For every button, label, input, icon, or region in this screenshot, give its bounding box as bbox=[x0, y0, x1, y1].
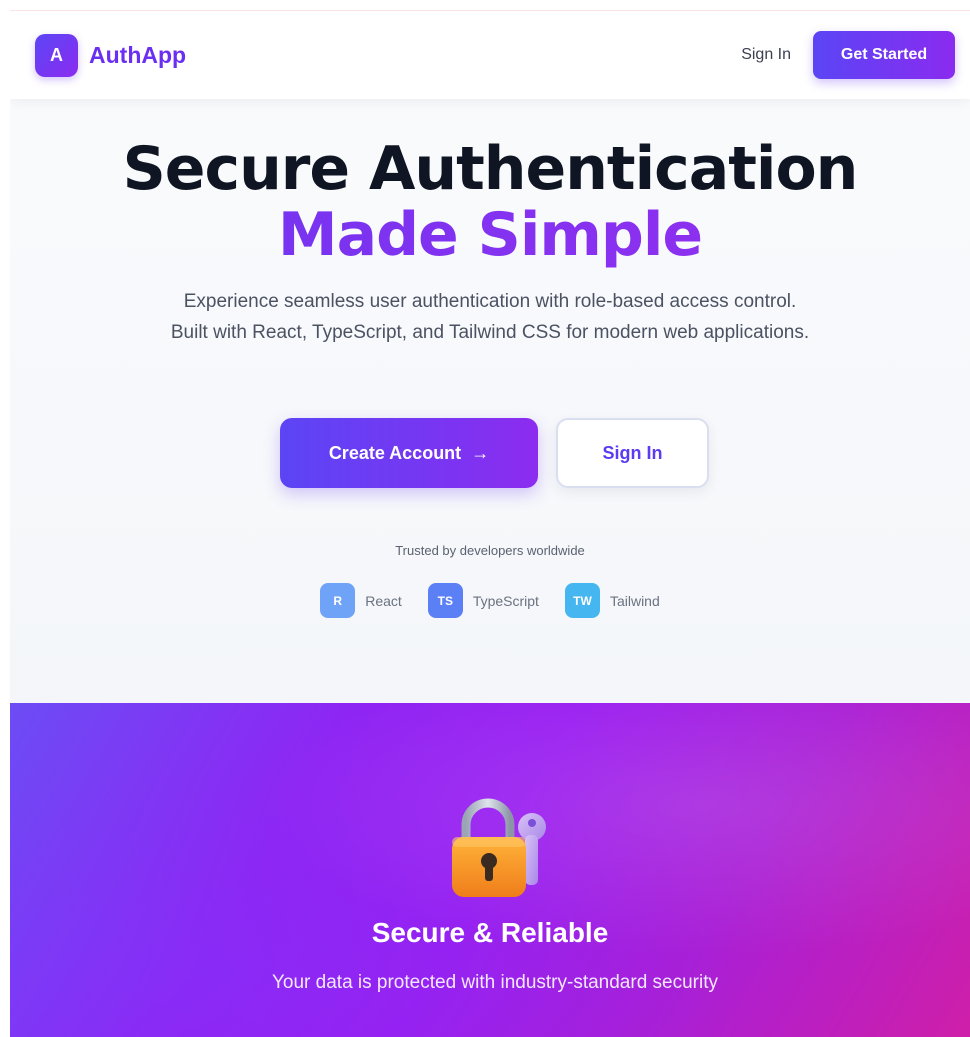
hero-title: Secure Authentication bbox=[122, 134, 859, 204]
create-account-button[interactable]: Create Account → bbox=[280, 418, 538, 488]
brand-name: AuthApp bbox=[89, 41, 187, 68]
arrow-right-icon: → bbox=[471, 442, 490, 463]
get-started-button[interactable]: Get Started bbox=[813, 31, 955, 79]
page: A AuthApp Sign In Get Started Secure Aut… bbox=[10, 10, 970, 1037]
hero-title-highlight: Made Simple bbox=[10, 198, 970, 272]
top-nav: A AuthApp Sign In Get Started bbox=[10, 11, 970, 99]
trusted-text: Trusted by developers worldwide bbox=[395, 543, 585, 558]
tech-item-typescript: TS TypeScript bbox=[427, 583, 539, 618]
nav-actions: Sign In Get Started bbox=[741, 31, 955, 79]
feature-title: Secure & Reliable bbox=[371, 917, 609, 948]
feature-section: Secure & Reliable Your data is protected… bbox=[10, 703, 970, 1037]
tech-item-tailwind: TW Tailwind bbox=[564, 583, 660, 618]
sign-in-button[interactable]: Sign In bbox=[556, 418, 709, 488]
tech-label: Tailwind bbox=[609, 592, 660, 609]
feature-description: Your data is protected with industry-sta… bbox=[271, 972, 719, 993]
tech-label: TypeScript bbox=[472, 592, 539, 609]
tailwind-icon: TW bbox=[564, 583, 600, 618]
tech-item-react: R React bbox=[320, 583, 402, 618]
hero-section: Secure Authentication Made Simple Experi… bbox=[10, 99, 970, 703]
nav-sign-in-link[interactable]: Sign In bbox=[741, 46, 791, 64]
typescript-icon: TS bbox=[427, 583, 463, 618]
tech-label: React bbox=[365, 592, 402, 609]
react-icon: R bbox=[320, 583, 356, 618]
lock-key-icon bbox=[452, 798, 546, 897]
hero-subtitle: Experience seamless user authentication … bbox=[170, 291, 810, 343]
create-account-label: Create Account bbox=[328, 442, 462, 463]
tech-stack-row: R React TS TypeScript TW Tailwind bbox=[10, 583, 970, 618]
brand-logo: A bbox=[35, 33, 78, 77]
brand[interactable]: A AuthApp bbox=[35, 33, 187, 77]
